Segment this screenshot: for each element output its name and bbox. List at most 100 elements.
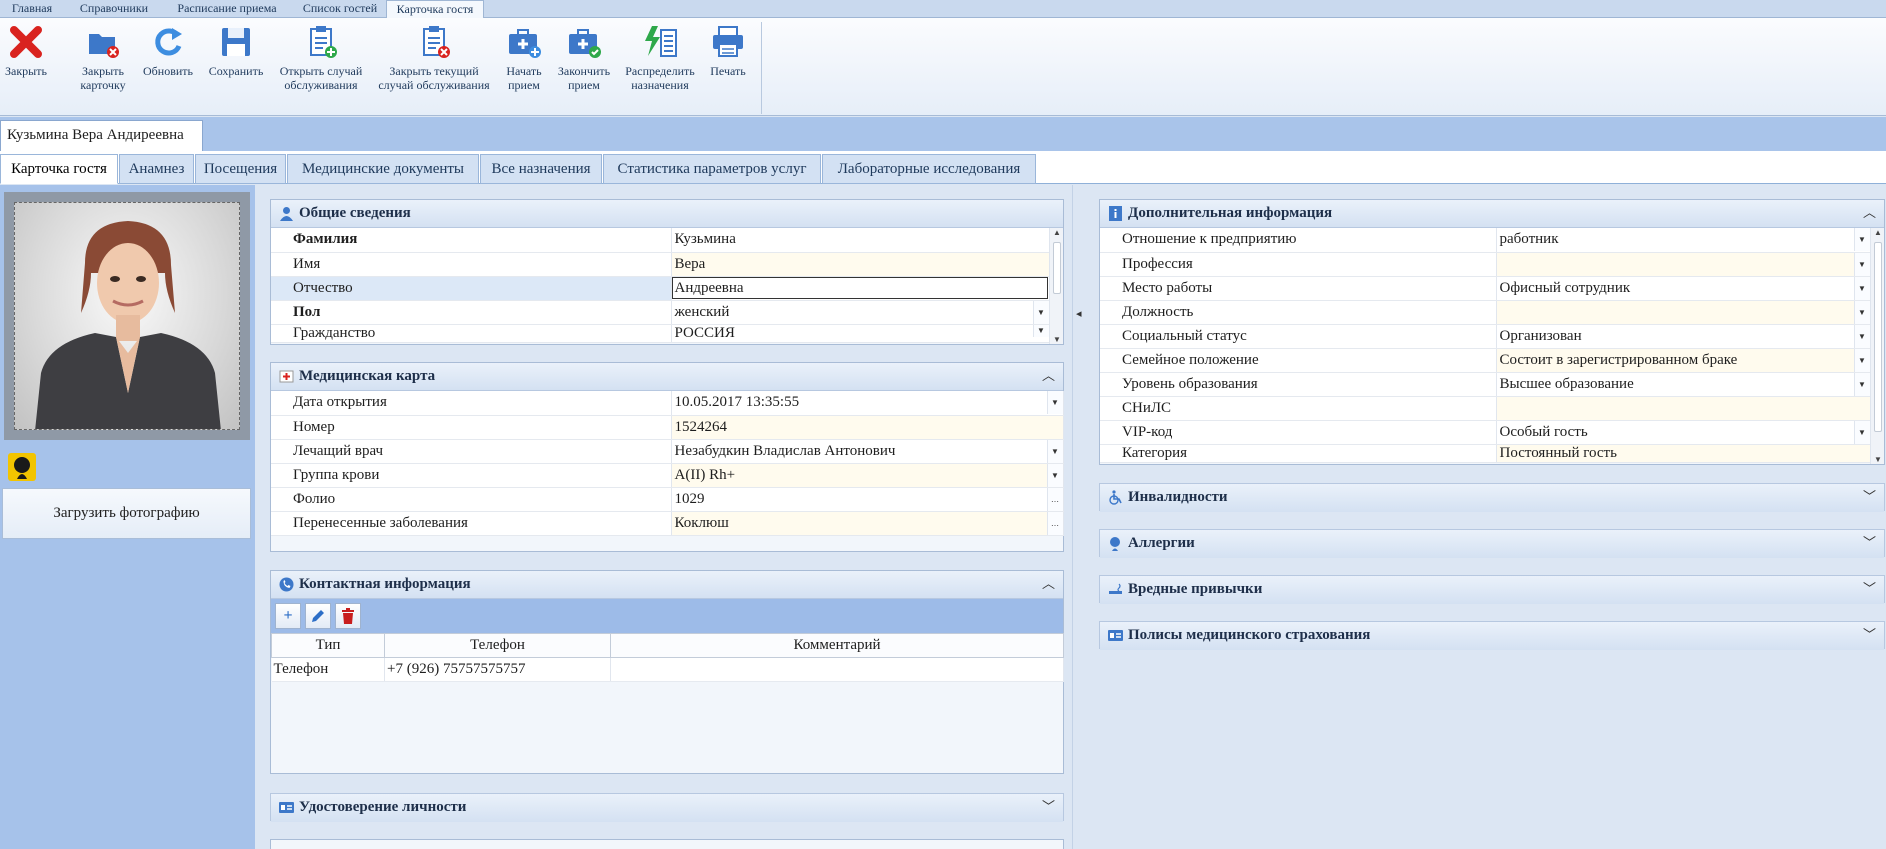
print-button[interactable]: Печать [706, 24, 750, 78]
dropdown-arrow-icon[interactable]: ▼ [1853, 348, 1869, 371]
close-button[interactable]: Закрыть [4, 24, 48, 78]
open-date-field[interactable]: 10.05.2017 13:35:55 ▼ [671, 391, 1064, 416]
dropdown-arrow-icon[interactable]: ▼ [1046, 463, 1062, 486]
profession-select[interactable]: ▼ [1496, 252, 1871, 277]
add-contact-button[interactable]: + [275, 603, 301, 629]
tab-lab-tests[interactable]: Лабораторные исследования [822, 154, 1036, 184]
allergies-header[interactable]: Аллергии ﹀ [1100, 530, 1884, 558]
identity-header[interactable]: Удостоверение личности ﹀ [271, 794, 1063, 822]
expand-chevron-icon[interactable]: ﹀ [1042, 794, 1055, 820]
enterprise-relation-select[interactable]: работник ▼ [1496, 228, 1871, 253]
save-button[interactable]: Сохранить [206, 24, 266, 78]
education-select[interactable]: Высшее образование ▼ [1496, 372, 1871, 397]
column-header[interactable]: Комментарий [610, 633, 1064, 658]
social-status-select[interactable]: Организован ▼ [1496, 324, 1871, 349]
expand-chevron-icon[interactable]: ﹀ [1863, 622, 1876, 648]
tab-guest-card[interactable]: Карточка гостя [0, 154, 118, 184]
expand-chevron-icon[interactable]: ﹀ [1863, 576, 1876, 602]
card-number-field[interactable]: 1524264 [671, 415, 1064, 440]
collapse-chevron-icon[interactable]: ︿ [1042, 363, 1055, 389]
document-tab[interactable]: Кузьмина Вера Андиреевна [0, 120, 203, 151]
dropdown-arrow-icon[interactable]: ▼ [1853, 324, 1869, 347]
scroll-down-icon[interactable]: ▼ [1050, 335, 1064, 344]
marital-status-select[interactable]: Состоит в зарегистрированном браке ▼ [1496, 348, 1871, 373]
contact-comment-cell[interactable] [610, 657, 1064, 682]
dropdown-arrow-icon[interactable]: ▼ [1853, 372, 1869, 395]
ribbon-tab-schedule[interactable]: Расписание приема [172, 0, 282, 18]
category-select[interactable]: Постоянный гость [1496, 444, 1871, 463]
tab-all-assignments[interactable]: Все назначения [480, 154, 602, 184]
medcard-row: Фолио 1029… [271, 487, 1064, 512]
ribbon-tab-home[interactable]: Главная [4, 0, 60, 18]
gender-select[interactable]: женский ▼ [671, 300, 1050, 325]
additional-scrollbar[interactable]: ▲ ▼ [1870, 228, 1884, 464]
contact-type-cell[interactable]: Телефон [271, 657, 385, 682]
insurance-policies-header[interactable]: Полисы медицинского страхования ﹀ [1100, 622, 1884, 650]
center-splitter[interactable] [1072, 185, 1088, 849]
table-row[interactable]: Телефон +7 (926) 75757575757 [271, 657, 1064, 682]
contacts-header[interactable]: Контактная информация ︿ [271, 571, 1063, 599]
scroll-thumb[interactable] [1053, 242, 1061, 294]
dropdown-arrow-icon[interactable]: ▼ [1032, 324, 1048, 337]
distribute-assignments-button[interactable]: Распределить назначения [622, 24, 698, 92]
general-info-header[interactable]: Общие сведения [271, 200, 1063, 228]
tab-visits[interactable]: Посещения [195, 154, 286, 184]
first-name-field[interactable]: Вера [671, 252, 1050, 277]
expand-chevron-icon[interactable]: ﹀ [1863, 484, 1876, 510]
dropdown-arrow-icon[interactable]: ▼ [1853, 252, 1869, 275]
ellipsis-button[interactable]: … [1046, 487, 1062, 510]
dropdown-arrow-icon[interactable]: ▼ [1853, 420, 1869, 443]
column-header[interactable]: Телефон [384, 633, 611, 658]
edit-contact-button[interactable] [305, 603, 331, 629]
medical-card-header[interactable]: Медицинская карта ︿ [271, 363, 1063, 391]
column-header[interactable]: Тип [271, 633, 385, 658]
attending-doctor-select[interactable]: Незабудкин Владислав Антонович ▼ [671, 439, 1064, 464]
splitter-collapse-arrow-icon[interactable]: ◂ [1076, 307, 1082, 320]
past-diseases-field[interactable]: Коклюш… [671, 511, 1064, 536]
scroll-down-icon[interactable]: ▼ [1871, 455, 1885, 464]
contact-phone-cell[interactable]: +7 (926) 75757575757 [384, 657, 611, 682]
general-scrollbar[interactable]: ▲ ▼ [1049, 228, 1063, 344]
expand-chevron-icon[interactable]: ﹀ [1863, 530, 1876, 556]
collapse-chevron-icon[interactable]: ︿ [1042, 571, 1055, 597]
close-card-button[interactable]: Закрыть карточку [76, 24, 130, 92]
collapse-chevron-icon[interactable]: ︿ [1863, 200, 1876, 226]
dropdown-arrow-icon[interactable]: ▼ [1853, 276, 1869, 299]
position-select[interactable]: ▼ [1496, 300, 1871, 325]
ribbon-tab-directories[interactable]: Справочники [78, 0, 150, 18]
blood-group-select[interactable]: A(II) Rh+ ▼ [671, 463, 1064, 488]
additional-info-header[interactable]: Дополнительная информация ︿ [1100, 200, 1884, 228]
tab-service-statistics[interactable]: Статистика параметров услуг [603, 154, 821, 184]
open-case-button[interactable]: Открыть случай обслуживания [276, 24, 366, 92]
upload-photo-button[interactable]: Загрузить фотографию [2, 488, 251, 539]
bad-habits-header[interactable]: Вредные привычки ﹀ [1100, 576, 1884, 604]
refresh-button[interactable]: Обновить [140, 24, 196, 78]
left-splitter[interactable] [255, 185, 270, 849]
dropdown-arrow-icon[interactable]: ▼ [1853, 228, 1869, 251]
delete-contact-button[interactable] [335, 603, 361, 629]
citizenship-select[interactable]: РОССИЯ ▼ [671, 324, 1050, 343]
field-label: Должность [1100, 300, 1497, 325]
ribbon-tab-guest-card[interactable]: Карточка гостя [386, 0, 484, 19]
workplace-select[interactable]: Офисный сотрудник ▼ [1496, 276, 1871, 301]
scroll-up-icon[interactable]: ▲ [1871, 228, 1885, 237]
finish-appointment-button[interactable]: Закончить прием [556, 24, 612, 92]
start-appointment-button[interactable]: Начать прием [502, 24, 546, 92]
dropdown-arrow-icon[interactable]: ▼ [1046, 391, 1062, 414]
scroll-thumb[interactable] [1874, 242, 1882, 432]
last-name-field[interactable]: Кузьмина [671, 228, 1050, 253]
vip-code-select[interactable]: Особый гость ▼ [1496, 420, 1871, 445]
disabilities-header[interactable]: Инвалидности ﹀ [1100, 484, 1884, 512]
close-case-button[interactable]: Закрыть текущий случай обслуживания [378, 24, 490, 92]
patronymic-field[interactable]: Андреевна [671, 276, 1050, 301]
snils-field[interactable] [1496, 396, 1871, 421]
tab-medical-documents[interactable]: Медицинские документы [287, 154, 479, 184]
scroll-up-icon[interactable]: ▲ [1050, 228, 1064, 237]
ribbon-tab-guest-list[interactable]: Список гостей [300, 0, 380, 18]
dropdown-arrow-icon[interactable]: ▼ [1032, 300, 1048, 323]
ellipsis-button[interactable]: … [1046, 511, 1062, 534]
tab-anamnesis[interactable]: Анамнез [119, 154, 194, 184]
dropdown-arrow-icon[interactable]: ▼ [1046, 439, 1062, 462]
dropdown-arrow-icon[interactable]: ▼ [1853, 300, 1869, 323]
folio-field[interactable]: 1029… [671, 487, 1064, 512]
